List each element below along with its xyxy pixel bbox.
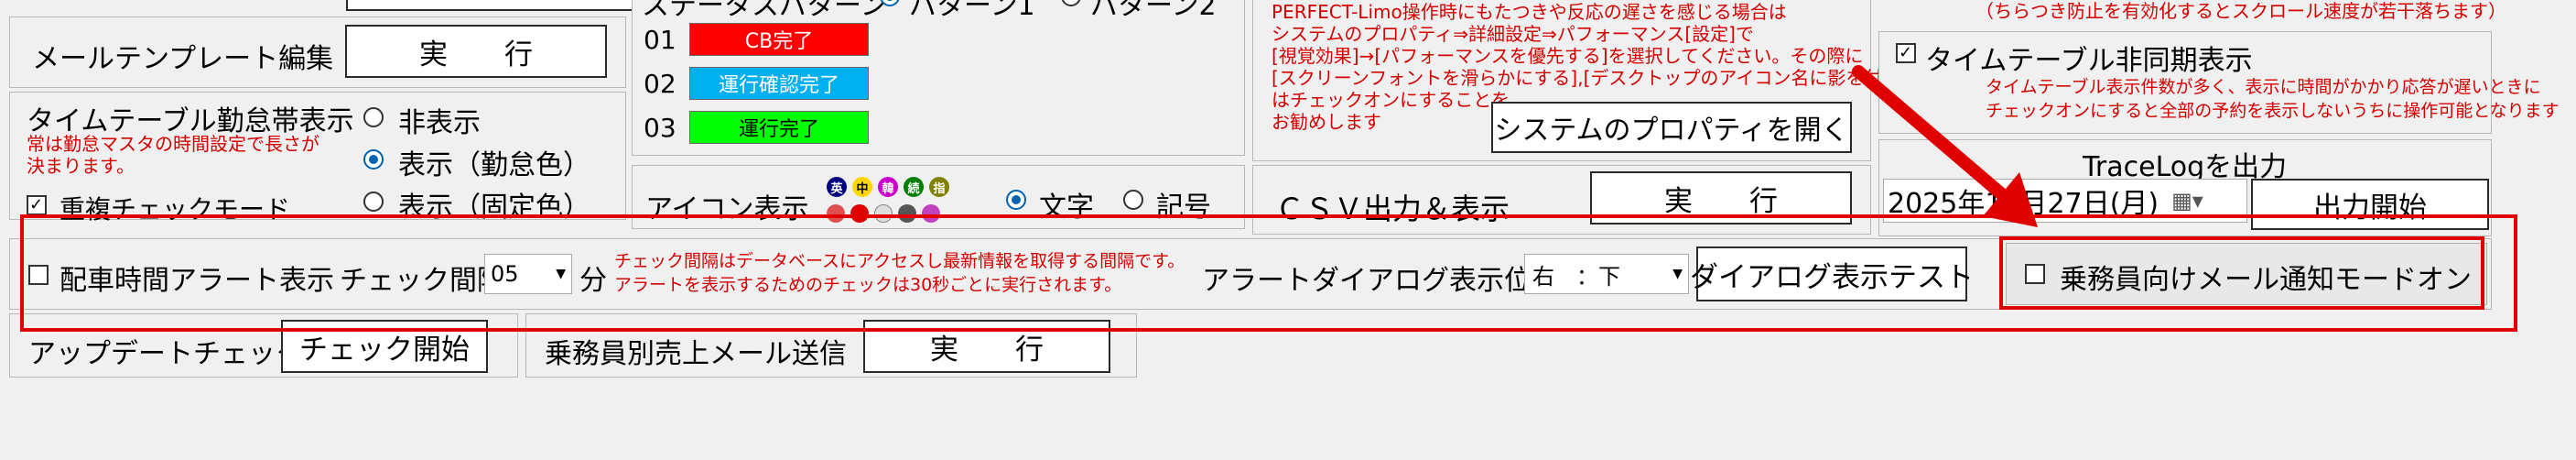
pattern2-radio[interactable] <box>1061 0 1081 6</box>
async-note-line-1: タイムテーブル表示件数が多く、表示に時間がかかり応答が遅いときに <box>1986 77 2541 97</box>
timetable-note-line-2: 決まります。 <box>27 155 135 177</box>
icon-opt-text-radio[interactable] <box>1006 190 1026 210</box>
icon-designated: 指 <box>929 177 949 197</box>
performance-note-panel: PERFECT-Limo操作時にもたつきや反応の遅さを感じる場合は システムのプ… <box>1252 0 1926 161</box>
update-check-label: アップデートチェック <box>28 338 303 370</box>
status-cb-complete[interactable]: CB完了 <box>689 23 869 56</box>
highlight-box-inner <box>1999 236 2484 310</box>
perf-note-line-3: [視覚効果]→[パフォーマンスを優先する]を選択してください。その際に <box>1272 45 1864 67</box>
status-num-01: 01 <box>644 25 676 55</box>
crew-sales-mail-label: 乗務員別売上メール送信 <box>545 338 847 370</box>
scroll-note: （ちらつき防止を有効化するとスクロール速度が若干落ちます） <box>1975 0 2506 22</box>
calendar-icon: ▦▾ <box>2171 188 2203 214</box>
icon-continue: 続 <box>904 177 924 197</box>
icon-english: 英 <box>827 177 847 197</box>
perf-note-line-4: [スクリーンフォントを滑らかにする],[デスクトップのアイコン名に影を付ける] <box>1272 67 1927 89</box>
icon-opt-symbol-radio[interactable] <box>1123 190 1143 210</box>
mail-template-label: メールテンプレート編集 <box>32 43 334 75</box>
perf-note-line-2: システムのプロパティ⇒詳細設定⇒パフォーマンス[設定]で <box>1272 23 1754 45</box>
timetable-opt-fixed-radio[interactable] <box>363 192 384 212</box>
timetable-opt-attendance-label: 表示（勤怠色） <box>398 149 590 181</box>
timetable-opt-hidden-radio[interactable] <box>363 107 384 127</box>
timetable-opt-attendance-radio[interactable] <box>363 149 384 170</box>
timetable-note-line-1: 常は勤怠マスタの時間設定で長さが <box>27 133 319 155</box>
async-timetable-checkbox[interactable] <box>1896 43 1916 63</box>
async-note-line-2: チェックオンにすると全部の予約を表示しないうちに操作可能となります <box>1986 101 2560 121</box>
perf-note-line-5: はチェックオンにすることを <box>1272 89 1510 111</box>
pattern2-label: パターン2 <box>1090 0 1217 22</box>
status-num-02: 02 <box>644 69 676 99</box>
arrow-annotation-icon <box>1852 65 2038 227</box>
timetable-band-panel: タイムテーブル勤怠帯表示 常は勤怠マスタの時間設定で長さが 決まります。 非表示… <box>9 92 626 225</box>
status-pattern-label: ステータスパターン <box>642 0 888 22</box>
timetable-opt-hidden-label: 非表示 <box>398 107 481 139</box>
icon-korean: 韓 <box>878 177 898 197</box>
mail-template-panel: メールテンプレート編集 実 行 <box>9 16 626 88</box>
open-system-properties-button[interactable]: システムのプロパティを開く <box>1491 102 1852 153</box>
perf-note-line-1: PERFECT-Limo操作時にもたつきや反応の遅さを感じる場合は <box>1272 1 1787 23</box>
status-run-confirm-complete[interactable]: 運行確認完了 <box>689 67 869 100</box>
status-pattern-panel: ステータスパターン パターン1 パターン2 01 CB完了 02 運行確認完了 … <box>632 0 1245 156</box>
mail-template-run-button[interactable]: 実 行 <box>345 25 607 78</box>
icon-chinese: 中 <box>852 177 872 197</box>
status-num-03: 03 <box>644 113 676 143</box>
pattern1-label: パターン1 <box>909 0 1035 22</box>
status-run-complete[interactable]: 運行完了 <box>689 111 869 144</box>
top-blank-field[interactable] <box>346 0 657 11</box>
dup-check-checkbox[interactable] <box>27 195 47 215</box>
perf-note-line-6: お勧めします <box>1272 111 1381 133</box>
